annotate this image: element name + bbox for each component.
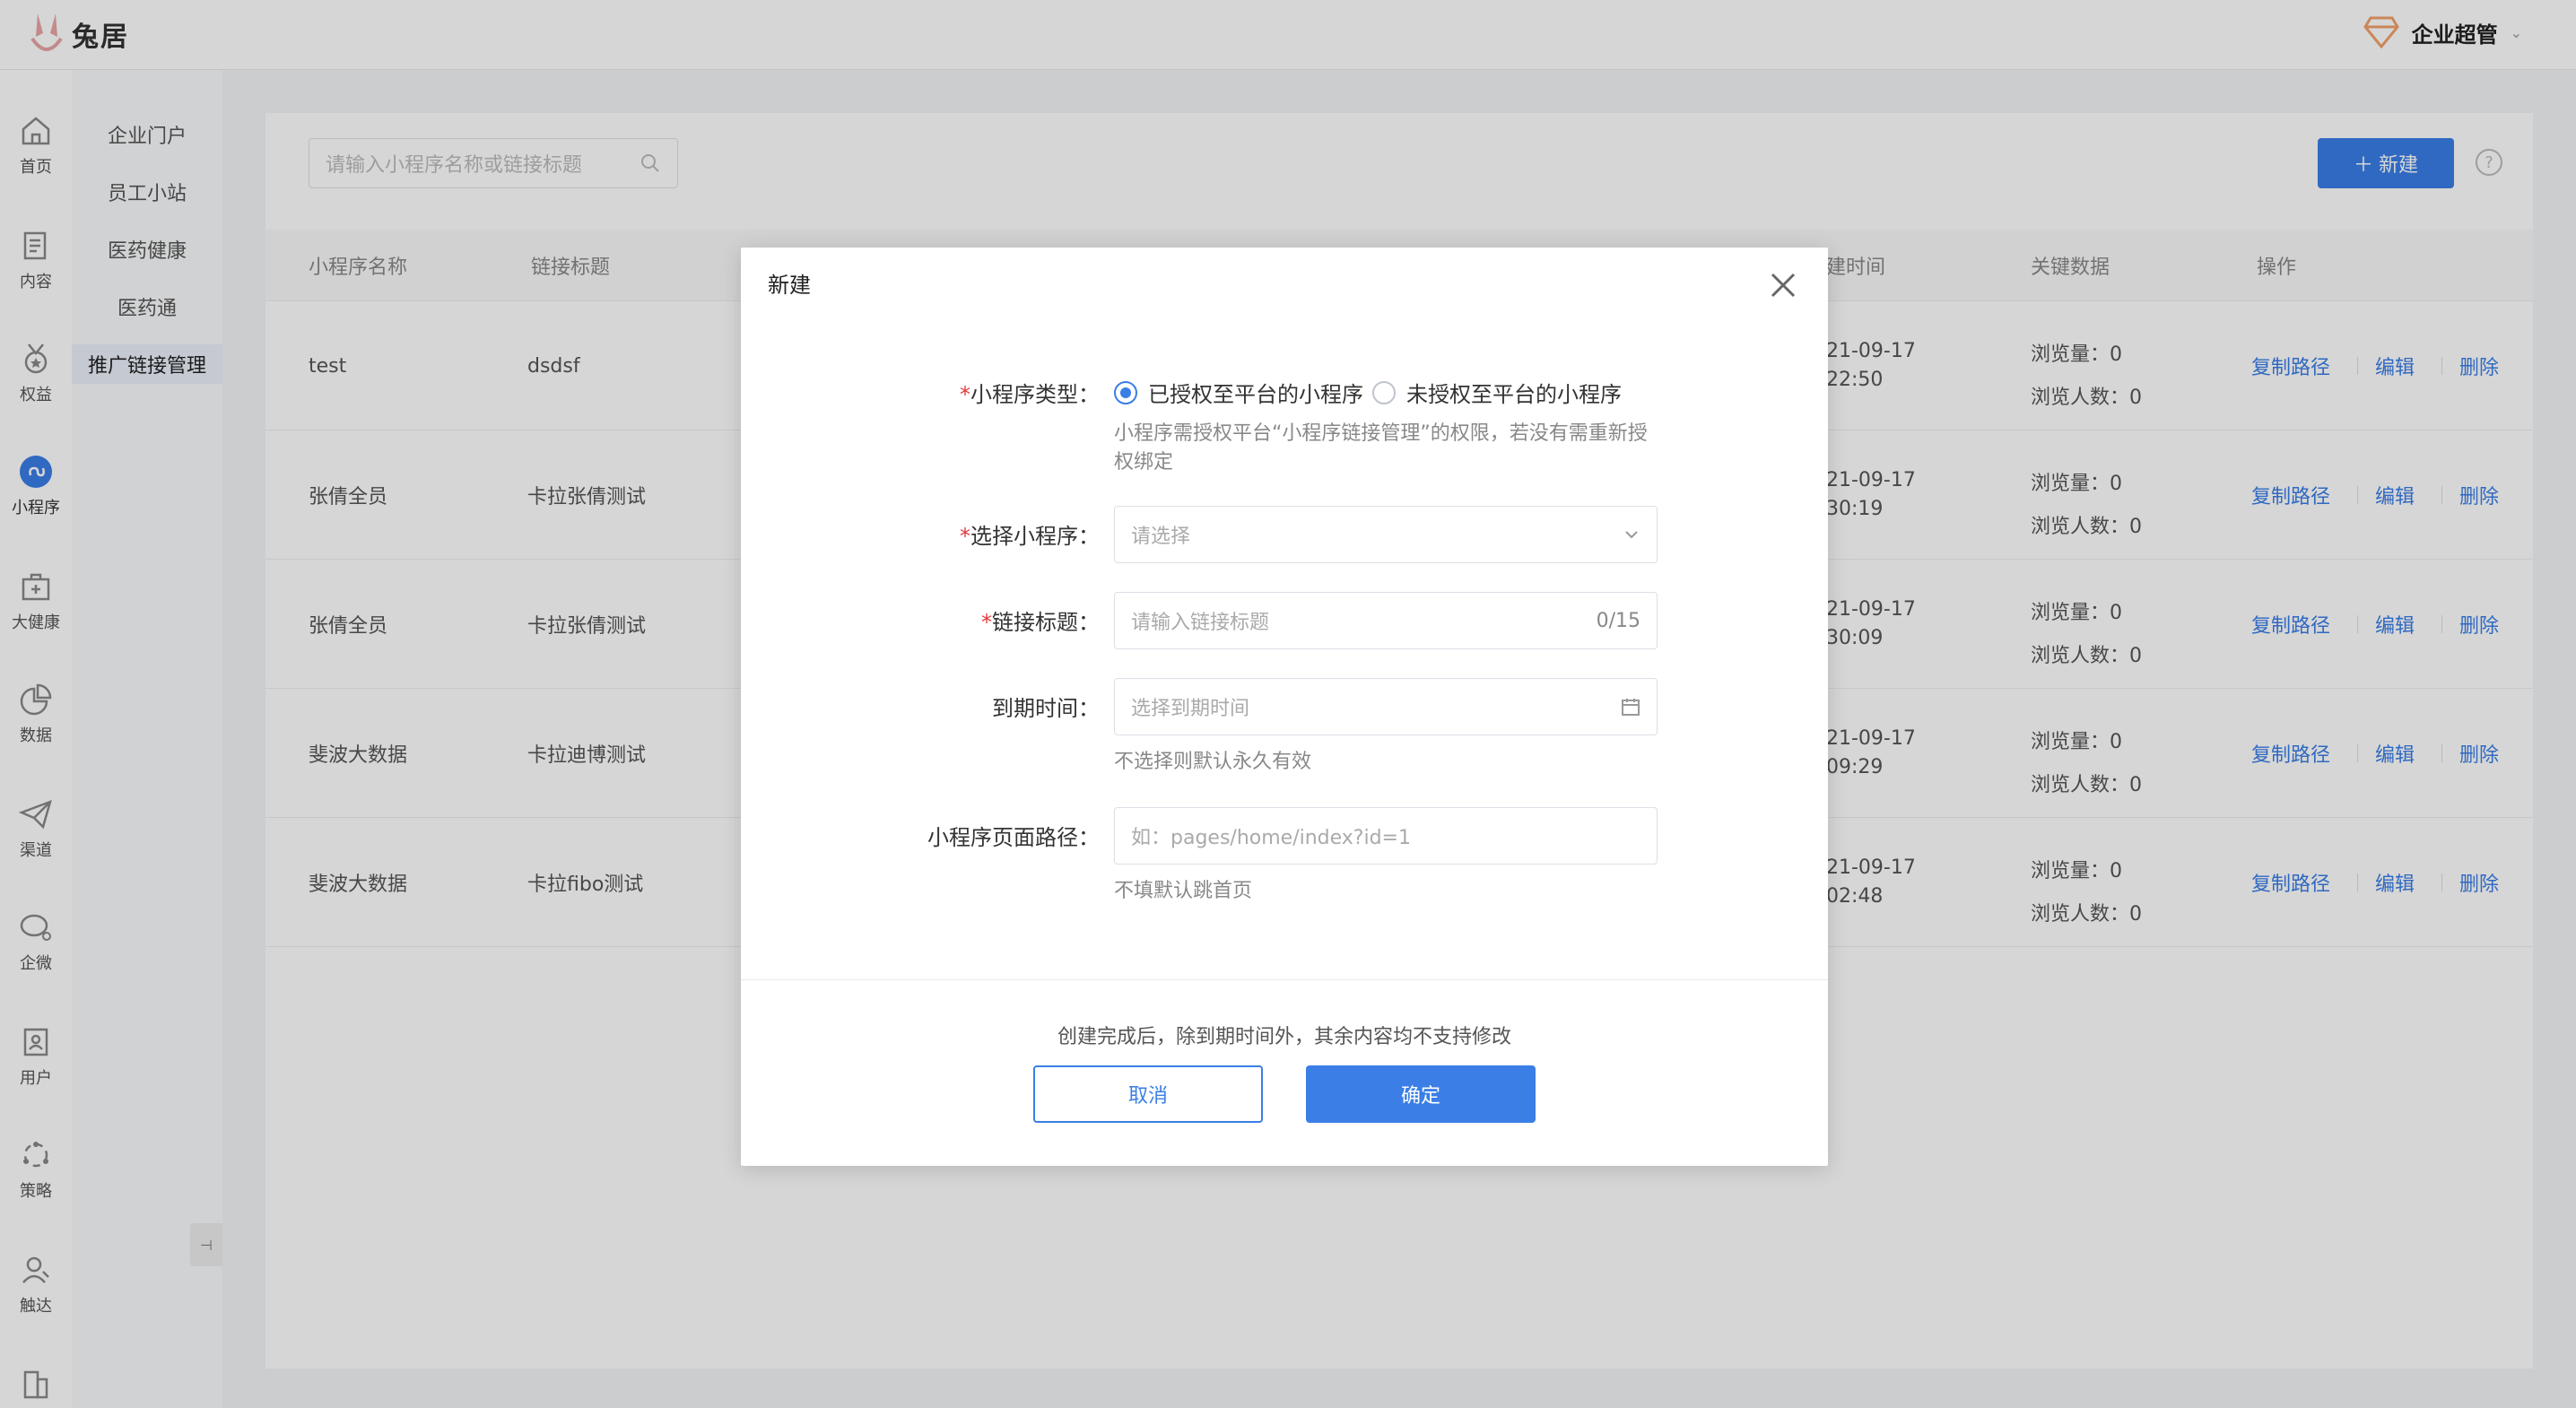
close-icon[interactable] — [1767, 269, 1799, 301]
link-title-label-text: 链接标题： — [992, 610, 1100, 635]
link-title-input[interactable]: 请输入链接标题 0/15 — [1114, 592, 1658, 649]
expire-placeholder: 选择到期时间 — [1131, 698, 1250, 720]
expire-hint: 不选择则默认永久有效 — [1114, 751, 1312, 773]
select-label-text: 选择小程序： — [970, 524, 1100, 549]
new-link-dialog: 新建 *小程序类型： 已授权至平台的小程序 未授权至平台的小程序 小程序需授权平… — [741, 248, 1828, 1166]
radio-label: 已授权至平台的小程序 — [1148, 382, 1363, 407]
calendar-icon — [1622, 699, 1640, 716]
radio-authorized[interactable]: 已授权至平台的小程序 — [1114, 377, 1363, 408]
page-path-placeholder: 如：pages/home/index?id=1 — [1131, 827, 1411, 849]
expire-label: 到期时间： — [992, 696, 1100, 721]
type-hint-line: 小程序需授权平台“小程序链接管理”的权限，若没有需重新授 — [1114, 422, 1648, 445]
char-counter: 0/15 — [1596, 609, 1640, 632]
mini-program-select[interactable]: 请选择 — [1114, 506, 1658, 563]
confirm-button[interactable]: 确定 — [1306, 1065, 1536, 1123]
link-title-placeholder: 请输入链接标题 — [1131, 612, 1270, 634]
dialog-title: 新建 — [768, 273, 811, 298]
radio-unchecked-icon — [1372, 380, 1396, 404]
page-path-input[interactable]: 如：pages/home/index?id=1 — [1114, 807, 1658, 865]
type-hint-line: 权绑定 — [1114, 451, 1174, 474]
radio-checked-icon — [1114, 380, 1137, 404]
page-path-hint: 不填默认跳首页 — [1114, 880, 1253, 902]
link-title-label: *链接标题： — [981, 610, 1100, 635]
dialog-divider — [741, 979, 1828, 980]
type-label-text: 小程序类型： — [970, 382, 1100, 407]
cancel-button[interactable]: 取消 — [1033, 1065, 1263, 1123]
footer-note: 创建完成后，除到期时间外，其余内容均不支持修改 — [1057, 1026, 1511, 1048]
radio-unauthorized[interactable]: 未授权至平台的小程序 — [1372, 377, 1622, 408]
expire-date-picker[interactable]: 选择到期时间 — [1114, 678, 1658, 735]
radio-label: 未授权至平台的小程序 — [1406, 382, 1622, 407]
type-label: *小程序类型： — [960, 382, 1100, 407]
type-hint: 小程序需授权平台“小程序链接管理”的权限，若没有需重新授 权绑定 — [1114, 420, 1648, 477]
chevron-down-icon — [1625, 531, 1638, 539]
select-placeholder: 请选择 — [1131, 526, 1191, 548]
select-label: *选择小程序： — [960, 524, 1100, 549]
page-path-label: 小程序页面路径： — [927, 825, 1100, 850]
